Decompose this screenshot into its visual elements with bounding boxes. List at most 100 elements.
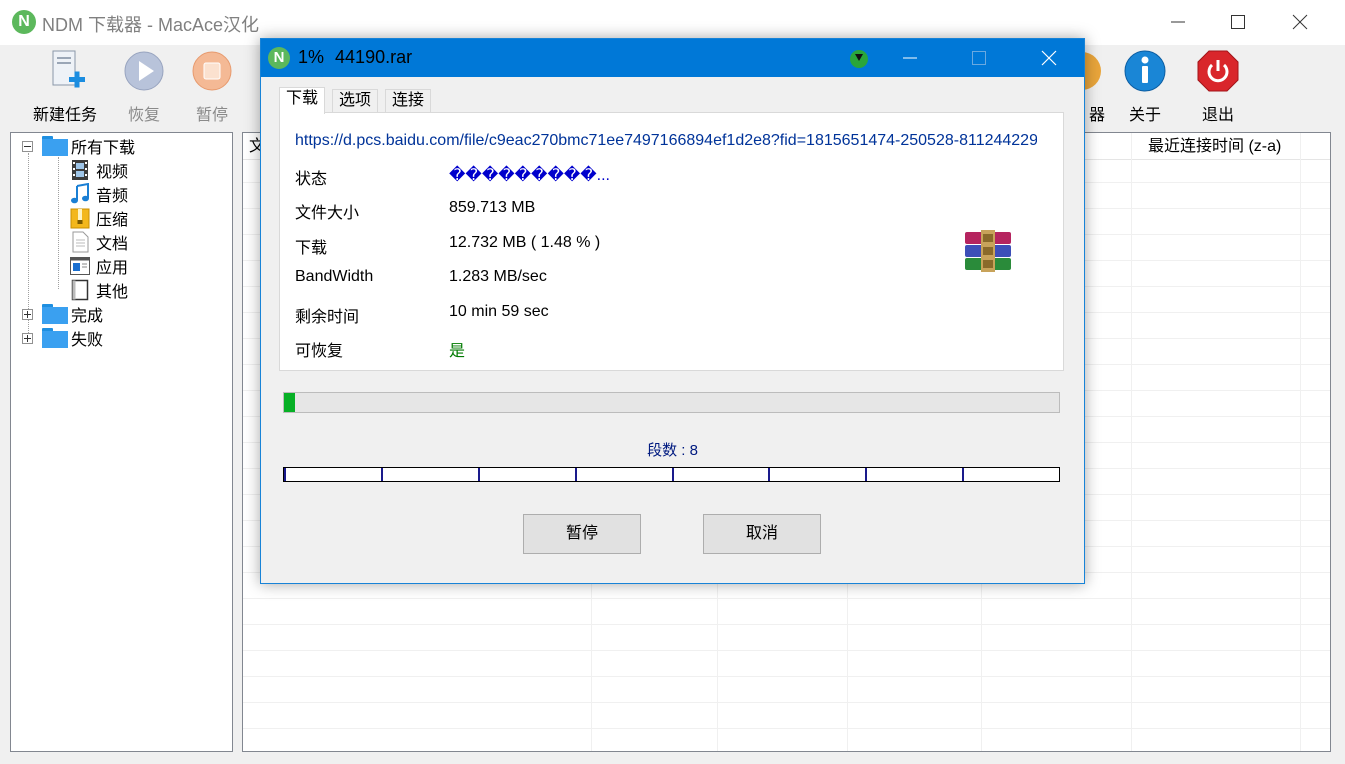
tree-item-completed[interactable]: 完成 <box>22 302 103 326</box>
tree-item-all[interactable]: 所有下载 <box>22 134 135 158</box>
exit-label: 退出 <box>1201 107 1234 124</box>
download-arrow-icon[interactable] <box>850 50 868 68</box>
folder-icon <box>42 304 68 324</box>
grid-line <box>243 650 1330 651</box>
tree-label-other: 其他 <box>96 284 129 301</box>
close-icon <box>1292 14 1308 30</box>
tree-item-audio[interactable]: 音频 <box>69 182 128 206</box>
minimize-button[interactable] <box>1148 0 1208 45</box>
tree-label-archive: 压缩 <box>96 212 129 229</box>
pause-label: 暂停 <box>195 107 228 124</box>
download-tab-page: https://d.pcs.baidu.com/file/c9eac270bmc… <box>279 112 1064 371</box>
about-button[interactable]: 关于 <box>1109 49 1181 124</box>
dialog-logo-icon: N <box>268 47 290 69</box>
tree-label-video: 视频 <box>96 164 129 181</box>
tree-line <box>58 157 59 289</box>
dialog-minimize-button[interactable] <box>874 39 944 77</box>
rar-archive-icon <box>965 230 1011 272</box>
info-icon <box>1124 50 1166 92</box>
tree-label-all: 所有下载 <box>71 140 136 157</box>
tree-label-application: 应用 <box>96 260 129 277</box>
file-size-label: 文件大小 <box>295 205 360 222</box>
category-tree: 所有下载 视频 音频 压缩 文档 应用 其他 完成 失败 <box>10 132 233 752</box>
segment-marker <box>962 468 965 481</box>
grid-line <box>243 598 1330 599</box>
folder-icon <box>42 328 68 348</box>
stop-icon <box>192 51 232 91</box>
grid-line <box>243 728 1330 729</box>
new-task-label: 新建任务 <box>32 107 97 124</box>
pause-button[interactable]: 暂停 <box>523 514 641 554</box>
document-icon <box>72 231 89 253</box>
file-size-value: 859.713 MB <box>449 199 536 216</box>
downloaded-value: 12.732 MB ( 1.48 % ) <box>449 234 601 251</box>
tree-item-archive[interactable]: 压缩 <box>69 206 128 230</box>
tree-label-failed: 失败 <box>71 332 104 349</box>
app-logo-icon: N <box>12 10 36 34</box>
about-label: 关于 <box>1128 107 1161 124</box>
tab-options[interactable]: 选项 <box>332 89 379 113</box>
music-note-icon <box>71 183 89 204</box>
segment-marker <box>284 468 286 481</box>
download-url: https://d.pcs.baidu.com/file/c9eac270bmc… <box>295 132 1037 149</box>
dialog-titlebar[interactable]: N 1% 44190.rar <box>261 39 1084 77</box>
collapse-icon[interactable] <box>22 141 33 152</box>
segment-marker <box>574 468 577 481</box>
cancel-button[interactable]: 取消 <box>703 514 821 554</box>
dialog-close-button[interactable] <box>1014 39 1084 77</box>
dialog-filename: 44190.rar <box>335 47 413 67</box>
folder-icon <box>42 136 68 156</box>
segment-marker <box>768 468 771 481</box>
archive-icon <box>70 208 90 229</box>
status-label: 状态 <box>295 171 328 188</box>
minimize-icon <box>1171 21 1185 23</box>
segment-marker <box>671 468 674 481</box>
window-title: NDM 下载器 - MacAce汉化 <box>42 15 260 35</box>
grid-line <box>243 702 1330 703</box>
close-icon <box>1041 50 1057 66</box>
play-icon <box>124 51 164 91</box>
tree-label-audio: 音频 <box>96 188 129 205</box>
tab-download[interactable]: 下载 <box>279 87 326 114</box>
resume-label: 恢复 <box>127 107 160 124</box>
grid-line <box>243 676 1330 677</box>
bandwidth-value: 1.283 MB/sec <box>449 268 547 285</box>
exit-button[interactable]: 退出 <box>1182 49 1254 124</box>
maximize-icon <box>972 51 986 65</box>
pause-toolbar-button[interactable]: 暂停 <box>176 49 248 124</box>
status-value: ���������... <box>449 167 610 184</box>
expand-icon[interactable] <box>22 333 33 344</box>
tree-label-completed: 完成 <box>71 308 104 325</box>
dialog-maximize-button[interactable] <box>944 39 1014 77</box>
progress-fill <box>284 393 296 412</box>
downloaded-label: 下载 <box>295 240 328 257</box>
dialog-percent: 1% <box>298 47 325 67</box>
dialog-title: 1% 44190.rar <box>298 47 412 68</box>
remaining-time-value: 10 min 59 sec <box>449 303 549 320</box>
grid-line <box>243 624 1330 625</box>
tree-item-other[interactable]: 其他 <box>69 278 128 302</box>
download-dialog: N 1% 44190.rar 下载 选项 连接 https://d.pcs.ba… <box>260 38 1085 584</box>
remaining-time-label: 剩余时间 <box>295 309 360 326</box>
minimize-icon <box>903 57 917 59</box>
tab-connection[interactable]: 连接 <box>385 89 432 113</box>
power-icon <box>1197 50 1239 92</box>
close-button[interactable] <box>1270 0 1330 45</box>
resumable-value: 是 <box>449 343 466 360</box>
tree-item-document[interactable]: 文档 <box>69 230 128 254</box>
maximize-button[interactable] <box>1208 0 1268 45</box>
bandwidth-label: BandWidth <box>295 268 374 285</box>
tree-label-document: 文档 <box>96 236 129 253</box>
segments-bar <box>283 467 1060 482</box>
resume-button[interactable]: 恢复 <box>108 49 180 124</box>
expand-icon[interactable] <box>22 309 33 320</box>
column-header-last-connection[interactable]: 最近连接时间 (z-a) <box>1131 133 1300 160</box>
segment-marker <box>865 468 868 481</box>
segments-count-label: 段数 : 8 <box>647 442 698 459</box>
other-file-icon <box>71 279 89 301</box>
tree-item-video[interactable]: 视频 <box>69 158 128 182</box>
tree-item-application[interactable]: 应用 <box>69 254 128 278</box>
tree-item-failed[interactable]: 失败 <box>22 326 103 350</box>
download-progress-bar <box>283 392 1060 413</box>
new-task-button[interactable]: 新建任务 <box>29 49 101 124</box>
